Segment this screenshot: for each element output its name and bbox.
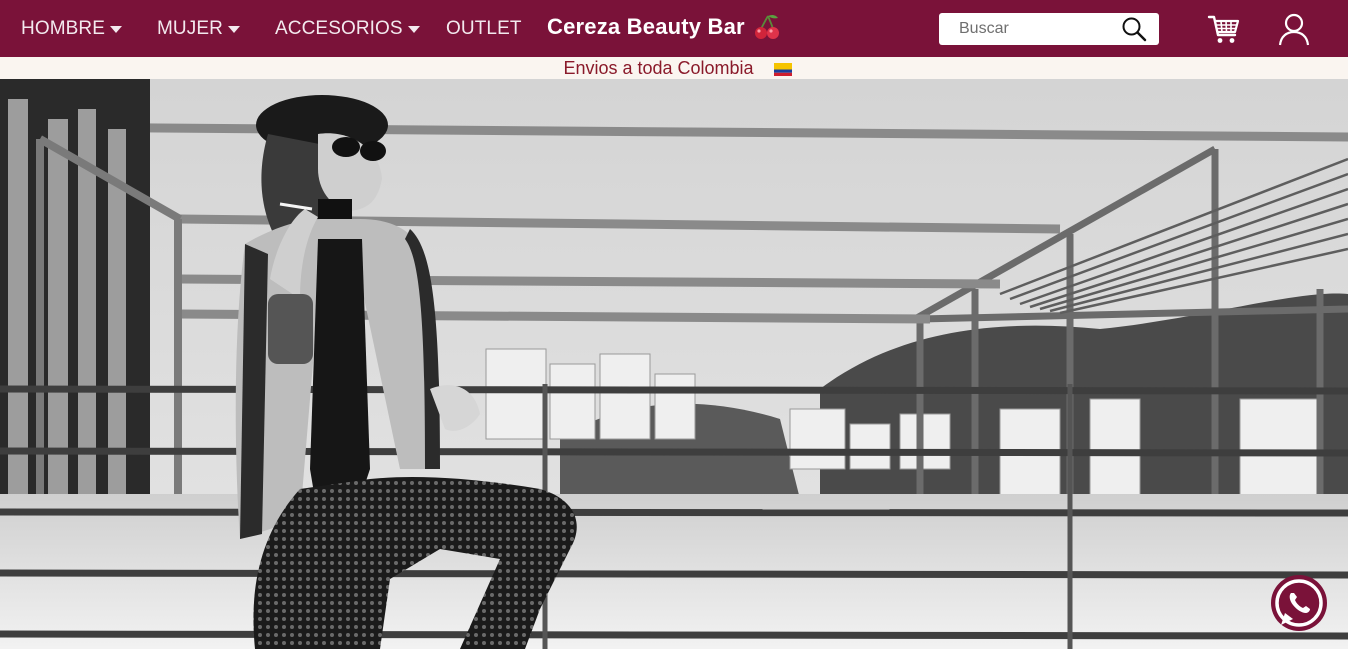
nav-item-hombre[interactable]: HOMBRE: [21, 0, 122, 57]
nav-item-label: OUTLET: [446, 17, 522, 39]
hero-banner-image[interactable]: [0, 79, 1348, 649]
brand-logo[interactable]: Cereza Beauty Bar: [547, 0, 781, 54]
cherry-icon: [754, 14, 779, 39]
hero-photo: [0, 79, 1348, 649]
caret-down-icon: [227, 26, 240, 33]
nav-item-label: ACCESORIOS: [275, 17, 403, 39]
shipping-banner: Envios a toda Colombia: [0, 57, 1348, 79]
search-icon[interactable]: [1121, 16, 1147, 42]
nav-item-accesorios[interactable]: ACCESORIOS: [275, 0, 420, 57]
shipping-text: Envios a toda Colombia: [563, 57, 754, 78]
nav-item-label: MUJER: [157, 17, 223, 39]
cart-icon[interactable]: [1207, 12, 1241, 46]
nav-item-outlet[interactable]: OUTLET: [446, 0, 522, 57]
top-nav-bar: HOMBRE MUJER ACCESORIOS OUTLET Cereza Be…: [0, 0, 1348, 57]
search-box: [939, 13, 1159, 45]
caret-down-icon: [110, 26, 122, 33]
nav-item-label: HOMBRE: [21, 17, 105, 39]
nav-item-mujer[interactable]: MUJER: [157, 0, 240, 57]
user-icon[interactable]: [1277, 12, 1311, 46]
caret-down-icon: [407, 26, 420, 33]
whatsapp-icon[interactable]: [1269, 573, 1329, 633]
brand-name: Cereza Beauty Bar: [547, 14, 745, 39]
colombia-flag-icon: [773, 62, 792, 76]
search-input[interactable]: [939, 14, 1115, 44]
